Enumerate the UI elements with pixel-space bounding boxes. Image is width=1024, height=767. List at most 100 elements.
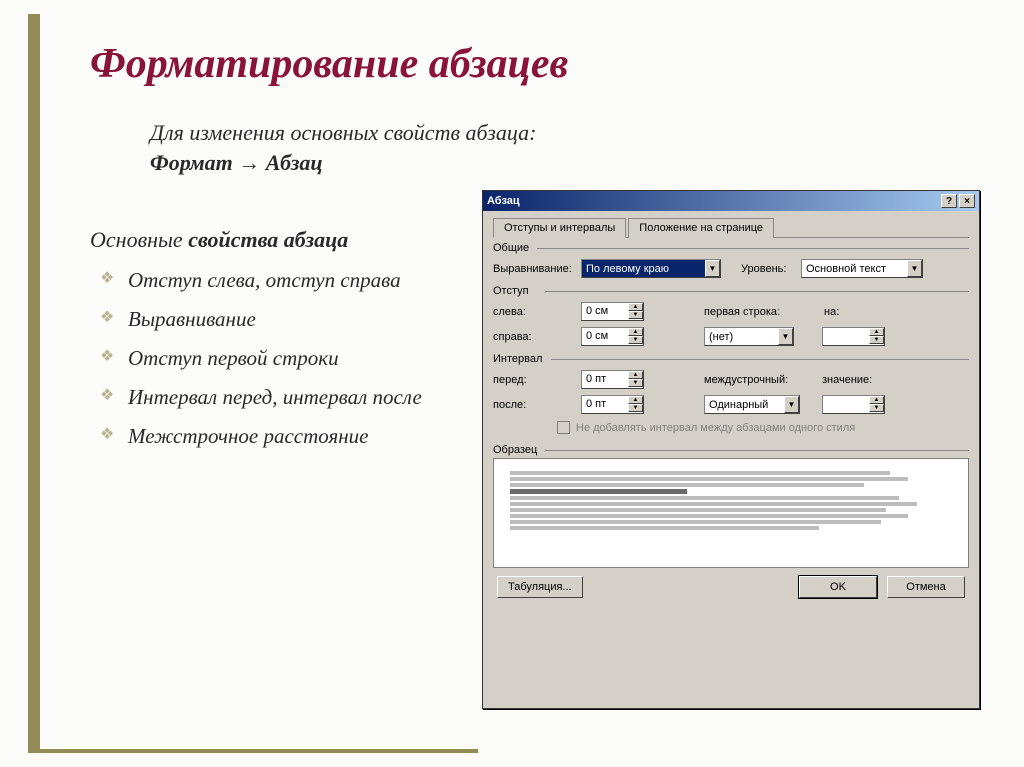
label-by: на: — [824, 306, 864, 318]
spin-up-icon[interactable]: ▲ — [628, 371, 643, 379]
menu-format: Формат — [150, 150, 233, 175]
spin-value-value — [823, 396, 869, 413]
spin-down-icon[interactable]: ▼ — [628, 311, 643, 319]
spin-up-icon[interactable]: ▲ — [628, 303, 643, 311]
slide-left-bar — [28, 14, 40, 753]
dropdown-level[interactable]: Основной текст ▼ — [801, 259, 923, 278]
label-right: справа: — [493, 331, 581, 343]
label-before: перед: — [493, 374, 581, 386]
spin-left[interactable]: 0 см ▲ ▼ — [581, 302, 644, 321]
list-heading-pre: Основные — [90, 227, 188, 252]
label-value: значение: — [822, 374, 882, 386]
group-sample-title: Образец — [493, 444, 969, 456]
spin-buttons: ▲ ▼ — [628, 303, 643, 320]
spin-down-icon[interactable]: ▼ — [869, 336, 884, 344]
checkbox-no-space[interactable] — [557, 421, 570, 434]
dropdown-line-spacing[interactable]: Одинарный ▼ — [704, 395, 800, 414]
spin-buttons: ▲ ▼ — [628, 371, 643, 388]
tab-strip: Отступы и интервалы Положение на страниц… — [493, 217, 969, 238]
close-button[interactable]: × — [959, 194, 975, 208]
row-interval-after: после: 0 пт ▲ ▼ Одинарный ▼ ▲ ▼ — [493, 392, 969, 417]
spin-down-icon[interactable]: ▼ — [628, 404, 643, 412]
tabs-button-label: Табуляция... — [508, 581, 572, 593]
checkbox-no-space-label: Не добавлять интервал между абзацами одн… — [576, 422, 855, 434]
group-indent-label: Отступ — [493, 285, 529, 297]
preview-box — [493, 458, 969, 568]
spin-up-icon[interactable]: ▲ — [869, 328, 884, 336]
chevron-down-icon[interactable]: ▼ — [907, 260, 922, 277]
label-first-line: первая строка: — [704, 306, 796, 318]
spin-after[interactable]: 0 пт ▲ ▼ — [581, 395, 644, 414]
spin-up-icon[interactable]: ▲ — [628, 396, 643, 404]
chevron-down-icon[interactable]: ▼ — [778, 328, 793, 345]
slide-subtitle: Для изменения основных свойств абзаца: Ф… — [150, 118, 1004, 177]
spin-before-value: 0 пт — [582, 371, 628, 388]
spin-after-value: 0 пт — [582, 396, 628, 413]
spin-buttons: ▲ ▼ — [628, 328, 643, 345]
subtitle-text: Для изменения основных свойств абзаца: — [150, 120, 536, 145]
group-interval-label: Интервал — [493, 353, 542, 365]
ok-button[interactable]: OK — [799, 576, 877, 598]
row-indent-left: слева: 0 см ▲ ▼ первая строка: на: — [493, 299, 969, 324]
help-icon: ? — [946, 196, 952, 207]
spin-right[interactable]: 0 см ▲ ▼ — [581, 327, 644, 346]
spin-down-icon[interactable]: ▼ — [628, 336, 643, 344]
spin-right-value: 0 см — [582, 328, 628, 345]
spin-by-value — [823, 328, 869, 345]
list-heading-bold: свойства абзаца — [188, 227, 348, 252]
label-level: Уровень: — [741, 263, 801, 275]
slide-title: Форматирование абзацев — [90, 40, 1004, 88]
paragraph-dialog: Абзац ? × Отступы и интервалы Положение … — [482, 190, 980, 709]
chevron-down-icon[interactable]: ▼ — [784, 396, 799, 413]
spin-buttons: ▲ ▼ — [628, 396, 643, 413]
label-alignment: Выравнивание: — [493, 263, 581, 275]
tabs-button[interactable]: Табуляция... — [497, 576, 583, 598]
dialog-body: Отступы и интервалы Положение на страниц… — [483, 211, 979, 610]
spin-left-value: 0 см — [582, 303, 628, 320]
spin-down-icon[interactable]: ▼ — [628, 379, 643, 387]
dropdown-level-value: Основной текст — [802, 263, 907, 275]
label-left: слева: — [493, 306, 581, 318]
tab-page-position-label: Положение на странице — [639, 222, 763, 234]
spin-up-icon[interactable]: ▲ — [869, 396, 884, 404]
spin-by[interactable]: ▲ ▼ — [822, 327, 885, 346]
dialog-titlebar[interactable]: Абзац ? × — [483, 191, 979, 211]
dropdown-alignment[interactable]: По левому краю ▼ — [581, 259, 721, 278]
cancel-button-label: Отмена — [906, 581, 945, 593]
label-line-spacing: междустрочный: — [704, 374, 804, 386]
group-sample-label: Образец — [493, 444, 537, 456]
group-indent-title: Отступ — [493, 285, 969, 297]
group-general-title: Общие — [493, 242, 969, 254]
cancel-button[interactable]: Отмена — [887, 576, 965, 598]
label-after: после: — [493, 399, 581, 411]
tab-page-position[interactable]: Положение на странице — [628, 218, 774, 238]
group-interval-title: Интервал — [493, 353, 969, 365]
spin-buttons: ▲ ▼ — [869, 328, 884, 345]
dialog-title-text: Абзац — [487, 195, 520, 207]
menu-arrow: → — [233, 150, 266, 175]
tab-indents[interactable]: Отступы и интервалы — [493, 218, 626, 238]
row-alignment: Выравнивание: По левому краю ▼ Уровень: … — [493, 256, 969, 281]
dropdown-alignment-value: По левому краю — [582, 263, 705, 275]
chevron-down-icon[interactable]: ▼ — [705, 260, 720, 277]
close-icon: × — [964, 196, 970, 207]
spin-before[interactable]: 0 пт ▲ ▼ — [581, 370, 644, 389]
dropdown-first-line-value: (нет) — [705, 331, 778, 343]
spin-buttons: ▲ ▼ — [869, 396, 884, 413]
slide-bottom-bar — [28, 749, 478, 753]
help-button[interactable]: ? — [941, 194, 957, 208]
spin-up-icon[interactable]: ▲ — [628, 328, 643, 336]
row-interval-before: перед: 0 пт ▲ ▼ междустрочный: значение: — [493, 367, 969, 392]
row-indent-right: справа: 0 см ▲ ▼ (нет) ▼ ▲ ▼ — [493, 324, 969, 349]
ok-button-label: OK — [830, 581, 846, 593]
spin-down-icon[interactable]: ▼ — [869, 404, 884, 412]
row-no-space-checkbox: Не добавлять интервал между абзацами одн… — [493, 417, 969, 440]
dropdown-first-line[interactable]: (нет) ▼ — [704, 327, 794, 346]
dropdown-line-spacing-value: Одинарный — [705, 399, 784, 411]
dialog-footer: Табуляция... OK Отмена — [493, 568, 969, 600]
spin-value[interactable]: ▲ ▼ — [822, 395, 885, 414]
titlebar-buttons: ? × — [941, 194, 975, 208]
group-general-label: Общие — [493, 242, 529, 254]
preview-current-line — [510, 489, 687, 494]
menu-paragraph: Абзац — [266, 150, 323, 175]
